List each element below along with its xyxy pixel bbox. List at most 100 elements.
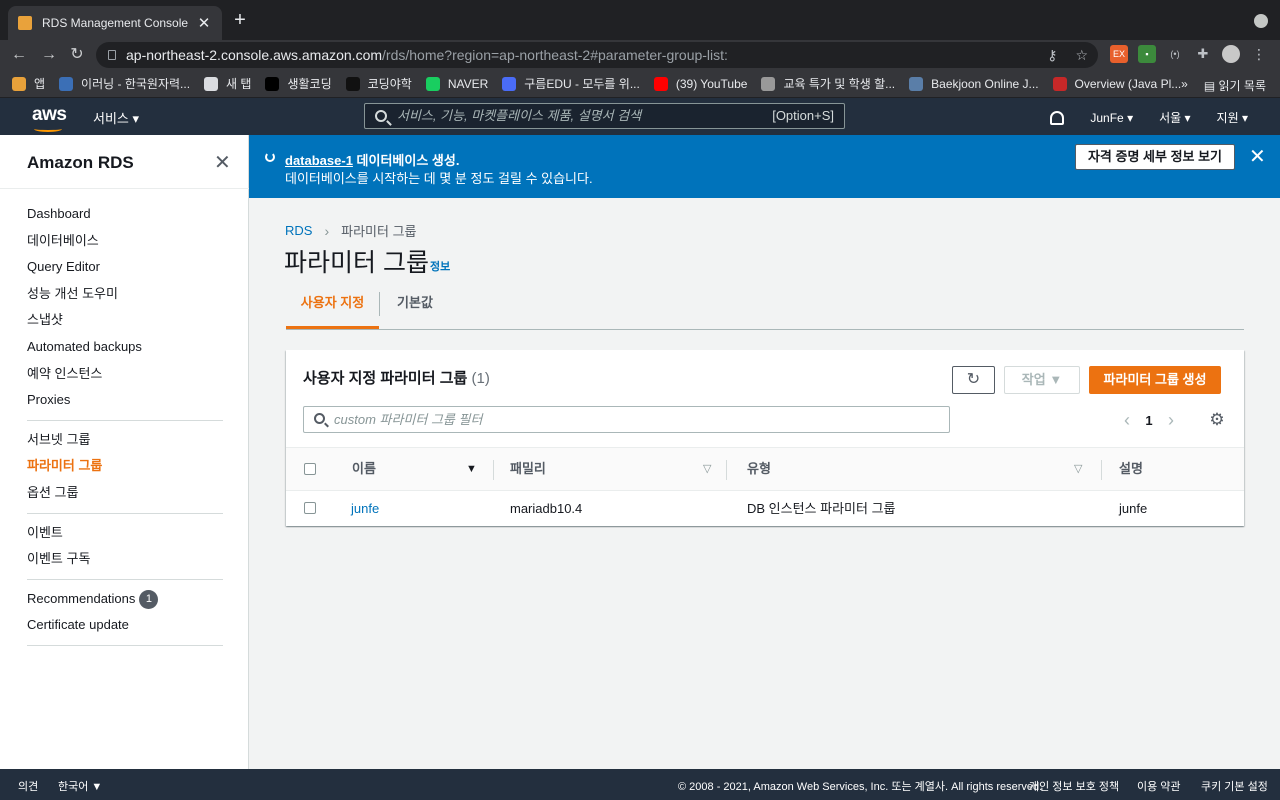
row-checkbox[interactable] <box>304 502 316 514</box>
sidebar-item[interactable]: 스냅샷 <box>27 307 223 334</box>
browser-tab[interactable]: RDS Management Console ✕ <box>8 6 222 40</box>
notifications-bell-icon[interactable] <box>1050 110 1065 125</box>
copyright-text: © 2008 - 2021, Amazon Web Services, Inc.… <box>678 781 1043 793</box>
info-link[interactable]: 정보 <box>430 258 450 274</box>
database-link[interactable]: database-1 <box>285 153 353 168</box>
sidebar-item[interactable]: Dashboard <box>27 201 223 228</box>
key-icon[interactable]: ⚷ <box>1047 47 1057 63</box>
sidebar-item[interactable]: 파라미터 그룹 <box>27 453 223 480</box>
region-menu[interactable]: 서울 ▾ <box>1159 109 1190 126</box>
create-parameter-group-button[interactable]: 파라미터 그룹 생성 <box>1089 366 1221 394</box>
sidebar-item[interactable]: Recommendations 1 <box>27 586 223 613</box>
sort-icon[interactable]: ▽ <box>703 448 711 490</box>
flash-heading: database-1 데이터베이스 생성. <box>285 150 459 169</box>
sidebar-item[interactable]: 이벤트 구독 <box>27 546 223 573</box>
sidebar-item[interactable]: 이벤트 <box>27 520 223 547</box>
loading-spinner-icon <box>265 152 275 162</box>
bookmark-item[interactable]: 구름EDU - 모두를 위... <box>502 75 640 92</box>
bookmark-item[interactable]: Baekjoon Online J... <box>909 76 1039 91</box>
sidebar-item[interactable]: 데이터베이스 <box>27 228 223 255</box>
close-tab-icon[interactable]: ✕ <box>196 14 212 32</box>
tab-search-icon[interactable] <box>1254 14 1268 28</box>
reading-list-button[interactable]: ▤ 읽기 목록 <box>1204 77 1266 94</box>
dismiss-flash-icon[interactable]: ✕ <box>1249 147 1266 167</box>
table-title-text: 사용자 지정 파라미터 그룹 <box>303 370 468 387</box>
sidebar-item[interactable]: 옵션 그룹 <box>27 480 223 507</box>
select-all-checkbox[interactable] <box>304 463 316 475</box>
column-family[interactable]: 패밀리 <box>510 448 546 490</box>
flash-heading-suffix: 데이터베이스 생성. <box>352 153 460 168</box>
column-type[interactable]: 유형 <box>747 448 771 490</box>
reload-icon[interactable]: ↻ <box>66 44 88 66</box>
extension-green-icon[interactable]: ▪ <box>1138 45 1156 63</box>
bookmark-item[interactable]: 이러닝 - 한국원자력... <box>59 75 190 92</box>
next-page-icon[interactable]: › <box>1160 410 1182 431</box>
bookmark-item[interactable]: 생활코딩 <box>265 75 332 92</box>
address-bar[interactable]: ap-northeast-2.console.aws.amazon.com/rd… <box>96 42 1098 68</box>
bookmark-label: 생활코딩 <box>287 77 332 91</box>
sidebar-item[interactable]: 예약 인스턴스 <box>27 361 223 388</box>
tab-default[interactable]: 기본값 <box>380 286 450 329</box>
sidebar-item[interactable]: 서브넷 그룹 <box>27 427 223 454</box>
bookmarks-bar: 앱 이러닝 - 한국원자력... 새 탭 생활코딩 코딩야학 NAVER 구름EDU - 모… <box>0 70 1280 98</box>
breadcrumb-rds[interactable]: RDS <box>285 223 312 238</box>
bookmark-item[interactable]: (39) YouTube <box>653 76 747 91</box>
sidebar-divider <box>27 644 223 646</box>
user-menu[interactable]: JunFe ▾ <box>1090 111 1133 125</box>
cookie-preferences-link[interactable]: 쿠키 기본 설정 <box>1201 778 1268 794</box>
new-tab-icon[interactable]: + <box>230 10 250 30</box>
sidebar-item[interactable]: 성능 개선 도우미 <box>27 281 223 308</box>
table-row[interactable]: junfe mariadb10.4 DB 인스턴스 파라미터 그룹 junfe <box>286 491 1244 526</box>
sidebar-item[interactable]: Automated backups <box>27 334 223 361</box>
terms-link[interactable]: 이용 약관 <box>1137 778 1181 794</box>
bookmark-favicon-icon <box>761 76 776 91</box>
table-settings-gear-icon[interactable]: ⚙ <box>1209 411 1225 428</box>
bookmark-item[interactable]: 코딩야학 <box>345 75 412 92</box>
bookmark-star-icon[interactable]: ☆ <box>1075 47 1088 63</box>
url-host: ap-northeast-2.console.aws.amazon.com <box>126 47 383 63</box>
previous-page-icon[interactable]: ‹ <box>1116 410 1138 431</box>
support-label: 지원 <box>1216 111 1239 125</box>
close-sidebar-icon[interactable]: ✕ <box>214 153 231 173</box>
refresh-button[interactable]: ↻ <box>952 366 995 394</box>
bookmarks-overflow-icon[interactable]: » <box>1181 77 1188 94</box>
page-number[interactable]: 1 <box>1138 413 1160 428</box>
bookmark-item[interactable]: 앱 <box>12 75 45 92</box>
back-icon[interactable]: ← <box>8 44 30 66</box>
privacy-link[interactable]: 개인 정보 보호 정책 <box>1029 778 1119 794</box>
cell-family: mariadb10.4 <box>510 501 583 516</box>
sidebar-item[interactable]: Certificate update <box>27 612 223 639</box>
sidebar-item-label: 성능 개선 도우미 <box>27 285 118 301</box>
extension-ex-icon[interactable]: EX <box>1110 45 1128 63</box>
language-selector[interactable]: 한국어 ▼ <box>58 778 102 794</box>
parameter-group-name-link[interactable]: junfe <box>351 491 379 526</box>
breadcrumb: RDS › 파라미터 그룹 <box>285 221 417 240</box>
feedback-link[interactable]: 의견 <box>18 778 38 794</box>
column-description[interactable]: 설명 <box>1119 448 1143 490</box>
browser-menu-icon[interactable]: ⋮ <box>1250 45 1268 63</box>
sort-descending-icon[interactable]: ▼ <box>466 448 477 490</box>
bookmark-item[interactable]: NAVER <box>425 76 488 91</box>
view-credentials-button[interactable]: 자격 증명 세부 정보 보기 <box>1075 144 1235 170</box>
console-search-input[interactable]: 서비스, 기능, 마켓플레이스 제품, 설명서 검색 [Option+S] <box>364 103 845 129</box>
extensions-puzzle-icon[interactable]: ✚ <box>1194 45 1212 63</box>
filter-input[interactable]: custom 파라미터 그룹 필터 <box>303 406 950 433</box>
sidebar-item[interactable]: Query Editor <box>27 254 223 281</box>
actions-button[interactable]: 작업 ▼ <box>1004 366 1080 394</box>
extension-code-icon[interactable]: (•) <box>1166 45 1184 63</box>
profile-avatar-icon[interactable] <box>1222 45 1240 63</box>
support-menu[interactable]: 지원 ▾ <box>1217 109 1248 126</box>
column-name[interactable]: 이름 <box>352 448 376 490</box>
bookmark-item[interactable]: 교육 특가 및 학생 할... <box>761 75 895 92</box>
sidebar-divider <box>27 512 223 514</box>
sidebar-item[interactable]: Proxies <box>27 387 223 414</box>
services-menu[interactable]: 서비스 ▾ <box>93 108 139 127</box>
bookmark-item[interactable]: Overview (Java Pl... <box>1052 76 1181 91</box>
aws-logo[interactable]: aws <box>32 104 67 132</box>
bookmark-item[interactable]: 새 탭 <box>204 75 251 92</box>
sort-icon[interactable]: ▽ <box>1074 448 1082 490</box>
flash-message: 데이터베이스를 시작하는 데 몇 분 정도 걸릴 수 있습니다. <box>285 171 593 186</box>
forward-icon[interactable]: → <box>38 44 60 66</box>
sidebar-item-label: 옵션 그룹 <box>27 484 79 500</box>
tab-custom[interactable]: 사용자 지정 <box>286 286 379 329</box>
